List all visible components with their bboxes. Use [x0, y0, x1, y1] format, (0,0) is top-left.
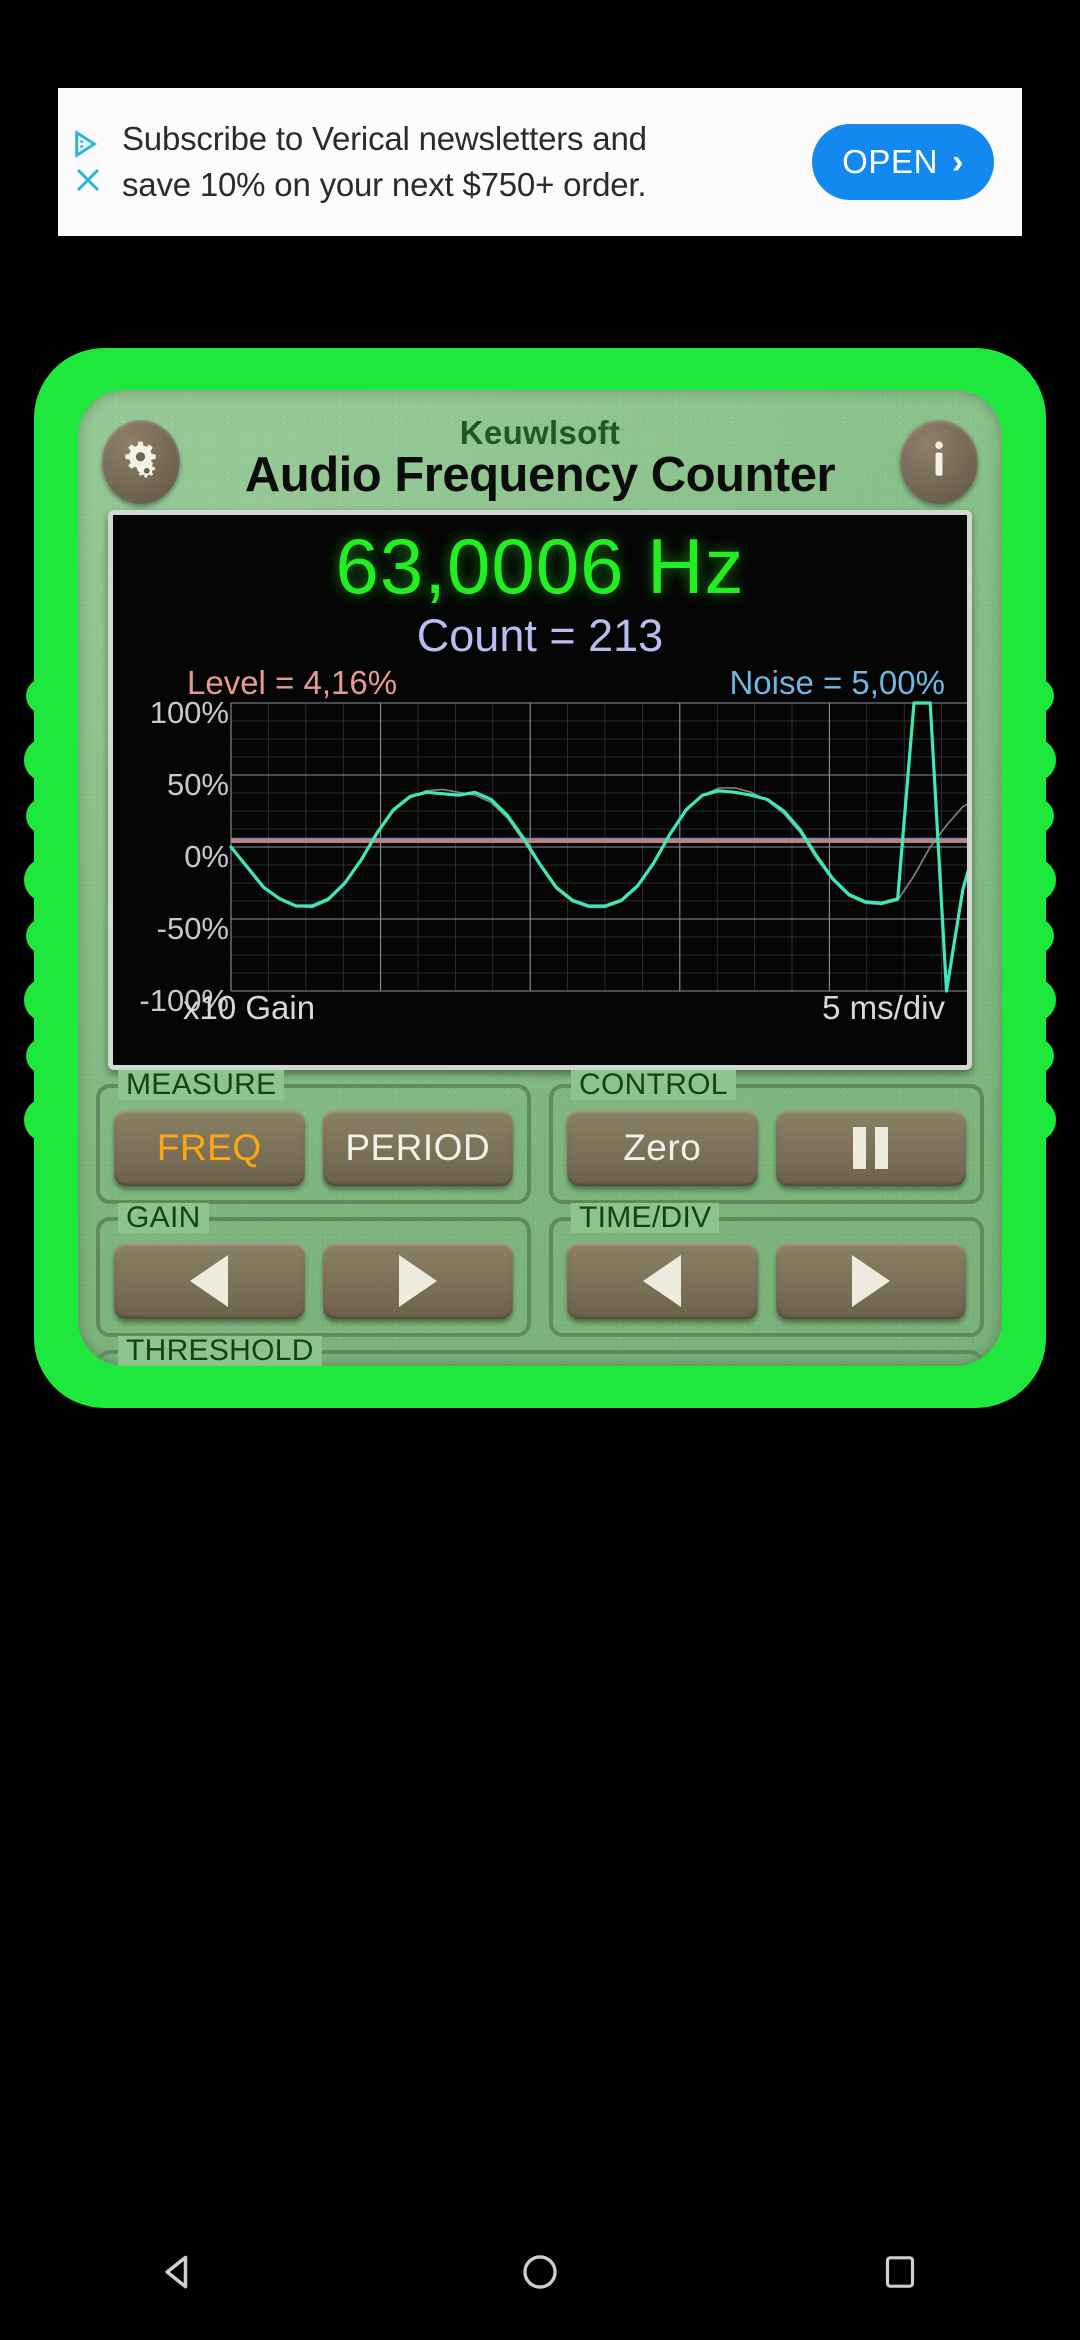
waveform-plot: 100% 50% 0% -50% -100% x10 Gain 5 ms/div [113, 697, 967, 1031]
group-label-measure: MEASURE [118, 1070, 285, 1100]
control-row-threshold: THRESHOLD LEVEL NOISE [96, 1336, 984, 1366]
grip-bump [1012, 1098, 1056, 1142]
brand-label: Keuwlsoft [459, 414, 621, 451]
period-button[interactable]: PERIOD [322, 1110, 513, 1186]
instrument-panel: Keuwlsoft Audio Frequency Counter 63,000… [78, 390, 1002, 1366]
control-row-measure: MEASURE FREQ PERIOD CONTROL Zero [96, 1070, 984, 1204]
grip-bump [26, 798, 62, 834]
waveform-svg [229, 701, 967, 993]
group-label-threshold: THRESHOLD [118, 1336, 322, 1366]
group-control: CONTROL Zero [549, 1070, 984, 1204]
instrument-device: Keuwlsoft Audio Frequency Counter 63,000… [24, 348, 1056, 1408]
group-label-timediv: TIME/DIV [571, 1203, 720, 1233]
grip-bump [1018, 918, 1054, 954]
gain-decrease-button[interactable] [114, 1243, 305, 1319]
home-circle-icon [519, 2251, 561, 2298]
ad-copy: Subscribe to Verical newsletters and sav… [112, 116, 812, 208]
count-readout: Count = 213 [416, 610, 664, 661]
pause-button[interactable] [775, 1110, 966, 1186]
grip-bump [24, 978, 68, 1022]
close-icon[interactable] [73, 165, 103, 195]
grip-bump [24, 738, 68, 782]
app-header: Keuwlsoft Audio Frequency Counter [96, 404, 984, 508]
title-block: Keuwlsoft Audio Frequency Counter [244, 414, 836, 502]
group-measure: MEASURE FREQ PERIOD [96, 1070, 531, 1204]
group-label-gain: GAIN [118, 1203, 209, 1233]
adchoices-icon[interactable] [73, 129, 103, 159]
phone-screen: Subscribe to Verical newsletters and sav… [0, 0, 1080, 2340]
grip-bump [1012, 858, 1056, 902]
arrow-right-icon [851, 1255, 890, 1307]
timediv-decrease-button[interactable] [567, 1243, 758, 1319]
group-gain: GAIN [96, 1203, 531, 1337]
grip-bump [24, 1098, 68, 1142]
grip-bump [24, 858, 68, 902]
nav-home-button[interactable] [480, 2239, 600, 2309]
ad-open-button[interactable]: OPEN › [812, 124, 994, 200]
arrow-left-icon [643, 1255, 682, 1307]
ad-banner[interactable]: Subscribe to Verical newsletters and sav… [58, 88, 1022, 236]
recents-square-icon [880, 2252, 920, 2297]
control-panel: MEASURE FREQ PERIOD CONTROL Zero GAIN TI… [96, 1070, 984, 1366]
grip-bump [26, 918, 62, 954]
settings-button[interactable] [102, 420, 180, 504]
grip-bump [1018, 798, 1054, 834]
grip-bump [1012, 738, 1056, 782]
ad-open-label: OPEN [842, 143, 939, 180]
ad-copy-line2: save 10% on your next $750+ order. [122, 166, 647, 203]
arrow-left-icon [190, 1255, 229, 1307]
threshold-readouts: Level = 4,16% Noise = 5,00% [113, 658, 967, 699]
back-triangle-icon [158, 2250, 202, 2299]
info-button[interactable] [900, 420, 978, 504]
info-icon [919, 437, 959, 488]
grip-bump [1018, 1038, 1054, 1074]
group-timediv: TIME/DIV [549, 1203, 984, 1337]
freq-button[interactable]: FREQ [114, 1110, 305, 1186]
gain-increase-button[interactable] [322, 1243, 513, 1319]
chevron-right-icon: › [952, 142, 964, 181]
nav-recents-button[interactable] [840, 2239, 960, 2309]
arrow-right-icon [398, 1255, 437, 1307]
group-label-control: CONTROL [571, 1070, 736, 1100]
ad-copy-line1: Subscribe to Verical newsletters and [122, 120, 647, 157]
ad-badges [58, 88, 112, 236]
timediv-increase-button[interactable] [775, 1243, 966, 1319]
noise-readout: Noise = 5,00% [729, 664, 945, 701]
grip-bump [1012, 978, 1056, 1022]
page-title: Audio Frequency Counter [244, 448, 836, 502]
gears-icon [118, 437, 164, 488]
android-navigation-bar [0, 2208, 1080, 2340]
control-row-gain: GAIN TIME/DIV [96, 1203, 984, 1337]
pause-icon [853, 1127, 889, 1169]
grip-bump [26, 1038, 62, 1074]
oscilloscope-display[interactable]: 63,0006 Hz Count = 213 Level = 4,16% Noi… [108, 510, 972, 1070]
plot-footer: x10 Gain 5 ms/div [113, 989, 967, 1027]
grip-bump [1018, 678, 1054, 714]
group-threshold: THRESHOLD LEVEL NOISE [96, 1336, 984, 1366]
gain-label: x10 Gain [183, 989, 316, 1026]
zero-button[interactable]: Zero [567, 1110, 758, 1186]
nav-back-button[interactable] [120, 2239, 240, 2309]
frequency-readout: 63,0006 Hz [335, 522, 745, 610]
grip-bump [26, 678, 62, 714]
timebase-label: 5 ms/div [822, 989, 945, 1026]
